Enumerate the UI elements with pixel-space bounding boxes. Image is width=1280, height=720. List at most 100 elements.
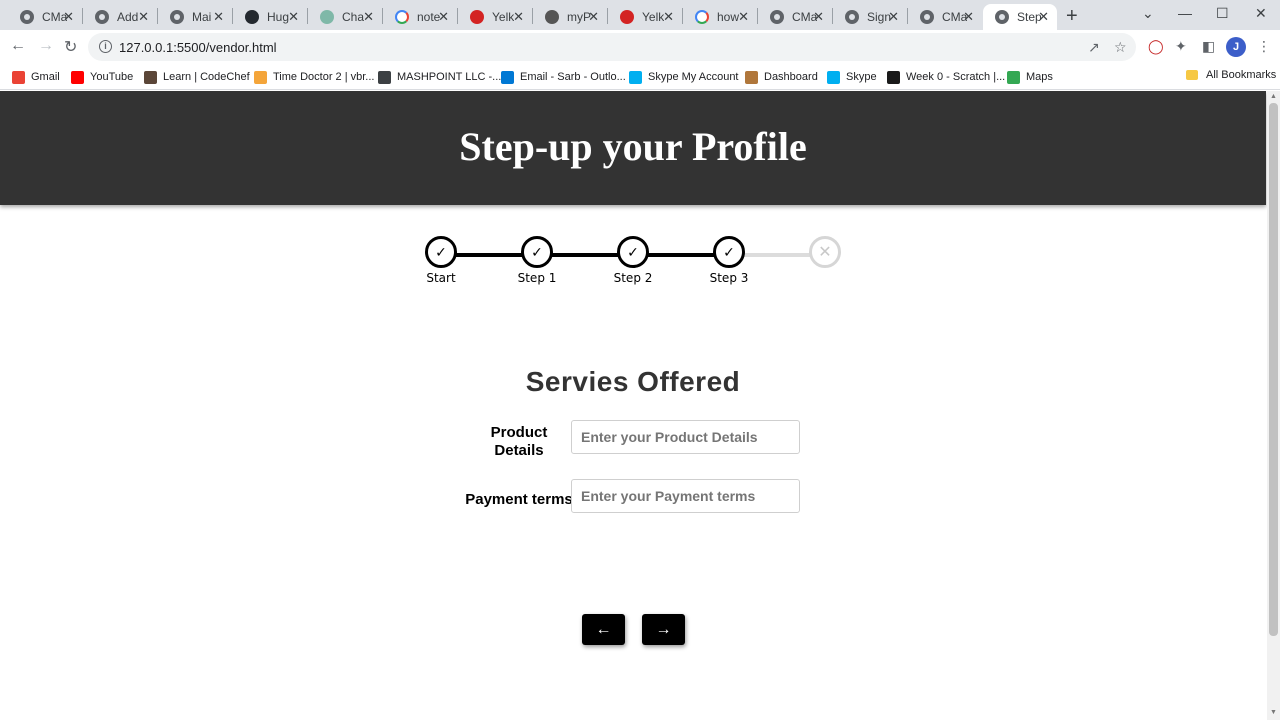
- page-viewport: Step-up your Profile ✓ Start ✓ Step 1 ✓ …: [0, 91, 1267, 720]
- arrow-left-icon: ←: [595, 621, 612, 638]
- tab-search-icon[interactable]: ⌄: [1142, 5, 1154, 22]
- bookmark-item[interactable]: Dashboard: [745, 69, 818, 85]
- scroll-thumb[interactable]: [1269, 103, 1278, 636]
- bookmark-item[interactable]: Gmail: [12, 69, 60, 85]
- browser-tab[interactable]: Cha ✕: [308, 4, 382, 30]
- bookmark-item[interactable]: YouTube: [71, 69, 133, 85]
- tab-close-icon[interactable]: ✕: [963, 9, 974, 25]
- tab-close-icon[interactable]: ✕: [363, 9, 374, 25]
- close-window-icon[interactable]: ✕: [1255, 5, 1267, 22]
- next-button[interactable]: →: [642, 614, 685, 645]
- bookmark-favicon-icon: [378, 70, 391, 84]
- tab-strip: CMa ✕ Add ✕ Mai ✕ Hug ✕ Cha ✕ note ✕ Yelk ✕ myP ✕ Yelk ✕ h…: [0, 0, 1280, 30]
- tab-close-icon[interactable]: ✕: [813, 9, 824, 25]
- tab-close-icon[interactable]: ✕: [663, 9, 674, 25]
- browser-tab[interactable]: Mai ✕: [158, 4, 232, 30]
- browser-tab[interactable]: CMa ✕: [908, 4, 982, 30]
- browser-tab[interactable]: Step ✕: [983, 4, 1057, 30]
- tab-close-icon[interactable]: ✕: [888, 9, 899, 25]
- forward-arrow-icon[interactable]: →: [38, 37, 54, 55]
- bookmark-star-icon[interactable]: ☆: [1114, 39, 1127, 56]
- page-scrollbar[interactable]: ▲ ▼: [1267, 91, 1280, 720]
- step-label: Step 2: [613, 271, 653, 285]
- tab-close-icon[interactable]: ✕: [288, 9, 299, 25]
- step-3: ✓ Step 3: [689, 236, 769, 285]
- payment-terms-label: Payment terms: [465, 491, 573, 508]
- bookmark-item[interactable]: Email - Sarb - Outlo...: [501, 69, 626, 85]
- browser-tab[interactable]: note ✕: [383, 4, 457, 30]
- address-url[interactable]: 127.0.0.1:5500/vendor.html: [119, 40, 277, 55]
- bookmark-item[interactable]: Learn | CodeChef: [144, 69, 250, 85]
- browser-tab[interactable]: CMa ✕: [758, 4, 832, 30]
- tab-close-icon[interactable]: ✕: [1038, 9, 1049, 25]
- bookmark-favicon-icon: [1007, 70, 1020, 84]
- site-info-icon[interactable]: i: [99, 40, 112, 53]
- bookmark-favicon-icon: [501, 70, 514, 84]
- google-icon: [695, 10, 709, 24]
- browser-tab[interactable]: Yelk ✕: [608, 4, 682, 30]
- browser-tab[interactable]: CMa ✕: [8, 4, 82, 30]
- bookmark-favicon-icon: [144, 70, 157, 84]
- bookmark-item[interactable]: Maps: [1007, 69, 1053, 85]
- scroll-down-icon[interactable]: ▼: [1270, 709, 1277, 716]
- tab-title: Hug: [267, 10, 290, 24]
- tab-close-icon[interactable]: ✕: [438, 9, 449, 25]
- previous-button[interactable]: ←: [582, 614, 625, 645]
- google-icon: [395, 10, 409, 24]
- share-icon[interactable]: ↗: [1088, 39, 1100, 56]
- step-label: Step 1: [517, 271, 557, 285]
- step-final: ✕: [785, 236, 865, 268]
- product-details-input[interactable]: [571, 420, 800, 454]
- bookmark-item[interactable]: MASHPOINT LLC -...: [378, 69, 501, 85]
- menu-dots-icon[interactable]: ⋮: [1257, 38, 1271, 55]
- browser-tab[interactable]: Add ✕: [83, 4, 157, 30]
- scroll-up-icon[interactable]: ▲: [1270, 93, 1277, 100]
- payment-terms-input[interactable]: [571, 479, 800, 513]
- bookmark-label: Dashboard: [764, 71, 818, 83]
- bookmark-item[interactable]: Skype: [827, 69, 877, 85]
- bookmark-label: Learn | CodeChef: [163, 71, 250, 83]
- extensions-puzzle-icon[interactable]: ✦: [1175, 38, 1187, 55]
- tab-close-icon[interactable]: ✕: [138, 9, 149, 25]
- github-icon: [245, 10, 259, 24]
- step-label: Start: [426, 271, 456, 285]
- all-bookmarks-button[interactable]: All Bookmarks: [1186, 69, 1276, 81]
- side-panel-icon[interactable]: ◧: [1202, 38, 1215, 55]
- tab-close-icon[interactable]: ✕: [63, 9, 74, 25]
- chrome-globe-icon: [95, 10, 109, 24]
- chrome-globe-icon: [20, 10, 34, 24]
- tab-close-icon[interactable]: ✕: [588, 9, 599, 25]
- bookmark-favicon-icon: [12, 70, 25, 84]
- tab-close-icon[interactable]: ✕: [738, 9, 749, 25]
- back-arrow-icon[interactable]: ←: [10, 37, 26, 55]
- address-bar[interactable]: i 127.0.0.1:5500/vendor.html ↗ ☆: [88, 33, 1136, 61]
- folder-icon: [1186, 70, 1198, 80]
- product-details-label: Product Details: [490, 424, 548, 459]
- page-title: Step-up your Profile: [459, 124, 807, 169]
- chatgpt-icon: [320, 10, 334, 24]
- profile-avatar[interactable]: J: [1226, 37, 1246, 57]
- bookmark-label: YouTube: [90, 71, 134, 83]
- step-label: Step 3: [709, 271, 749, 285]
- minimize-icon[interactable]: —: [1178, 5, 1192, 21]
- maximize-icon[interactable]: ☐: [1216, 5, 1229, 22]
- tab-close-icon[interactable]: ✕: [513, 9, 524, 25]
- tab-close-icon[interactable]: ✕: [213, 9, 224, 25]
- bookmark-item[interactable]: Week 0 - Scratch |...: [887, 69, 1005, 85]
- browser-tab[interactable]: Yelk ✕: [458, 4, 532, 30]
- browser-tab[interactable]: Hug ✕: [233, 4, 307, 30]
- tab-title: Cha: [342, 10, 365, 24]
- bookmark-label: Maps: [1026, 71, 1053, 83]
- browser-tab[interactable]: Sign ✕: [833, 4, 907, 30]
- bookmark-item[interactable]: Skype My Account: [629, 69, 739, 85]
- new-tab-icon[interactable]: +: [1066, 5, 1078, 28]
- bookmark-item[interactable]: Time Doctor 2 | vbr...: [254, 69, 374, 85]
- chrome-globe-icon: [920, 10, 934, 24]
- browser-tab[interactable]: how ✕: [683, 4, 757, 30]
- check-icon: ✓: [617, 236, 649, 268]
- chrome-globe-icon: [995, 10, 1009, 24]
- extension-shield-icon[interactable]: ◯: [1148, 38, 1164, 55]
- tab-title: Yelk: [642, 10, 665, 24]
- reload-icon[interactable]: ↻: [64, 37, 77, 57]
- browser-tab[interactable]: myP ✕: [533, 4, 607, 30]
